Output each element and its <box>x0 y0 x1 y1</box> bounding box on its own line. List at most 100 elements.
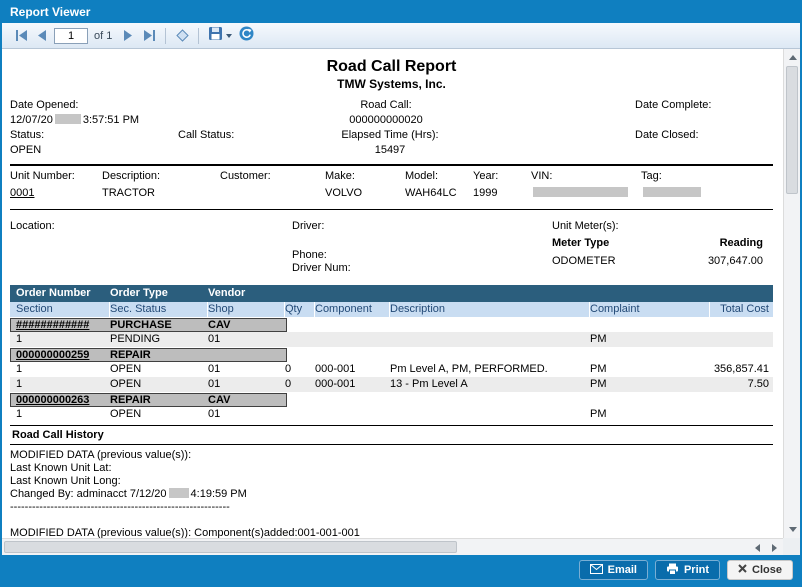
order-vendor: CAV <box>208 319 286 331</box>
driver-label: Driver: <box>292 220 552 233</box>
history-line: MODIFIED DATA (previous value(s)): Compo… <box>10 527 773 538</box>
elapsed-time-label: Elapsed Time (Hrs): <box>310 128 470 143</box>
road-call-value: 000000000020 <box>262 113 510 128</box>
prev-page-button[interactable] <box>33 26 51 46</box>
export-save-button[interactable] <box>206 26 234 46</box>
cell: 356,857.41 <box>710 362 773 377</box>
report-viewer-area: Road Call Report TMW Systems, Inc. Date … <box>2 49 800 555</box>
elapsed-time-value: 15497 <box>310 143 470 158</box>
unit-number-label: Unit Number: <box>10 169 102 183</box>
order-vendor: CAV <box>208 394 286 406</box>
unit-number-link[interactable]: 0001 <box>10 187 34 199</box>
driver-num-label: Driver Num: <box>292 262 552 275</box>
first-page-button[interactable] <box>12 26 30 46</box>
scroll-down-button[interactable] <box>784 521 801 538</box>
toolbar: of 1 <box>2 23 800 49</box>
scroll-up-button[interactable] <box>784 49 801 66</box>
orders-table: Order Number Order Type Vendor Section S… <box>10 285 773 422</box>
table-row: 1 OPEN 01 0 000-001 13 - Pm Level A PM 7… <box>10 377 773 392</box>
last-page-button[interactable] <box>140 26 158 46</box>
year-value: 1999 <box>473 186 531 200</box>
vin-label: VIN: <box>531 169 641 183</box>
make-value: VOLVO <box>325 186 405 200</box>
unit-section: Unit Number: Description: Customer: Make… <box>10 164 773 210</box>
page-count-label: of 1 <box>94 30 112 42</box>
cell: PENDING <box>110 332 208 347</box>
col-header: Order Number <box>10 285 110 302</box>
history-line: MODIFIED DATA (previous value(s)): <box>10 449 773 462</box>
model-label: Model: <box>405 169 473 183</box>
col-header: Complaint <box>590 302 710 317</box>
order-group-box: 000000000263 REPAIR CAV <box>10 393 287 407</box>
page-number-input[interactable] <box>54 28 88 44</box>
meter-type-header: Meter Type <box>552 237 609 250</box>
order-group-box: ############ PURCHASE CAV <box>10 318 287 332</box>
cell: PM <box>590 407 710 422</box>
col-header: Shop <box>208 302 285 317</box>
status-value: OPEN <box>10 143 178 158</box>
make-label: Make: <box>325 169 405 183</box>
next-page-button[interactable] <box>119 26 137 46</box>
date-opened-label: Date Opened: <box>10 98 262 113</box>
navigate-parent-button[interactable] <box>173 26 191 46</box>
cell: PM <box>590 362 710 377</box>
order-number-link[interactable]: 000000000263 <box>11 394 110 406</box>
cell: 01 <box>208 332 285 347</box>
cell: 1 <box>10 362 110 377</box>
date-complete-value <box>510 113 773 128</box>
order-number-link[interactable]: ############ <box>11 319 110 331</box>
location-label: Location: <box>10 220 292 275</box>
refresh-button[interactable] <box>237 26 256 46</box>
footer-bar: Email Print Close <box>2 555 800 585</box>
phone-label: Phone: <box>292 249 552 262</box>
order-number-link[interactable]: 000000000259 <box>11 349 110 361</box>
cell: PM <box>590 377 710 392</box>
vin-value <box>531 186 641 200</box>
description-value: TRACTOR <box>102 186 220 200</box>
col-header: Qty <box>285 302 315 317</box>
order-type: REPAIR <box>110 394 208 406</box>
scroll-right-button[interactable] <box>766 539 783 556</box>
history-divider: ----------------------------------------… <box>10 501 773 514</box>
close-icon <box>738 564 747 576</box>
refresh-icon <box>239 26 254 46</box>
vertical-scrollbar[interactable] <box>783 49 800 538</box>
history-line: Changed By: adminacct 7/12/204:19:59 PM <box>10 488 773 501</box>
col-header: Section <box>10 302 110 317</box>
cell: 01 <box>208 407 285 422</box>
description-label: Description: <box>102 169 220 183</box>
history-line: Last Known Unit Long: <box>10 475 773 488</box>
date-closed-label: Date Closed: <box>470 128 773 143</box>
cell: 1 <box>10 332 110 347</box>
report-page: Road Call Report TMW Systems, Inc. Date … <box>2 49 783 538</box>
vertical-scrollbar-thumb[interactable] <box>786 66 798 194</box>
col-header: Vendor <box>208 285 773 302</box>
report-viewer-window: Report Viewer of 1 <box>0 0 802 587</box>
window-title: Report Viewer <box>2 2 800 23</box>
horizontal-scrollbar-thumb[interactable] <box>4 541 457 553</box>
cell: 000-001 <box>315 377 390 392</box>
cell: 13 - Pm Level A <box>390 377 590 392</box>
report-company: TMW Systems, Inc. <box>10 77 773 92</box>
close-button[interactable]: Close <box>727 560 793 580</box>
email-button[interactable]: Email <box>579 560 648 580</box>
tag-label: Tag: <box>641 169 773 183</box>
model-value: WAH64LC <box>405 186 473 200</box>
cell: 01 <box>208 377 285 392</box>
chevron-down-icon <box>226 34 232 38</box>
cell: 1 <box>10 377 110 392</box>
order-type: REPAIR <box>110 349 208 361</box>
scroll-left-button[interactable] <box>749 539 766 556</box>
horizontal-scrollbar[interactable] <box>2 538 783 555</box>
cell: 01 <box>208 362 285 377</box>
col-header: Total Cost <box>710 302 773 317</box>
table-row: 1 OPEN 01 0 000-001 Pm Level A, PM, PERF… <box>10 362 773 377</box>
cell: Pm Level A, PM, PERFORMED. <box>390 362 590 377</box>
reading-value: 307,647.00 <box>708 255 763 268</box>
print-button[interactable]: Print <box>655 560 720 580</box>
col-header: Component <box>315 302 390 317</box>
cell: PM <box>590 332 710 347</box>
cell: 0 <box>285 377 315 392</box>
col-header: Order Type <box>110 285 208 302</box>
order-row: ############ PURCHASE CAV <box>10 317 773 332</box>
